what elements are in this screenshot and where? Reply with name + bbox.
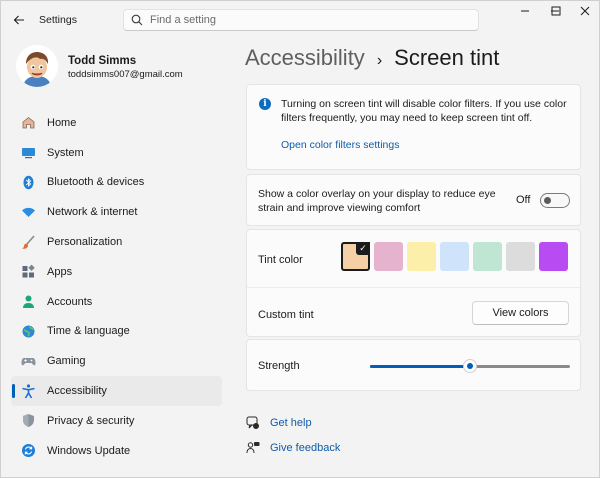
sidebar-item-label: Accessibility <box>47 385 107 398</box>
toggle-knob <box>544 197 551 204</box>
tint-color-row: Tint color ✓ <box>247 230 580 288</box>
app-title: Settings <box>39 14 77 26</box>
sidebar-item-gaming[interactable]: Gaming <box>11 346 222 376</box>
sidebar-item-system[interactable]: System <box>11 138 222 168</box>
tint-swatch[interactable] <box>539 242 568 271</box>
tint-color-label: Tint color <box>258 254 303 266</box>
breadcrumb: Accessibility › Screen tint <box>245 45 499 71</box>
system-icon <box>20 144 37 161</box>
minimize-button-hit[interactable] <box>511 1 539 21</box>
back-button[interactable] <box>9 10 29 30</box>
custom-tint-label: Custom tint <box>258 309 314 321</box>
toggle-state-label: Off <box>516 194 531 206</box>
accounts-icon <box>20 293 37 310</box>
sidebar-item-home[interactable]: Home <box>11 108 222 138</box>
sidebar-item-label: Privacy & security <box>47 414 135 427</box>
apps-icon <box>20 263 37 280</box>
give-feedback-label[interactable]: Give feedback <box>270 442 340 454</box>
tint-swatch[interactable] <box>473 242 502 271</box>
info-card: i Turning on screen tint will disable co… <box>246 84 581 170</box>
get-help-icon <box>245 415 261 431</box>
tint-swatch[interactable] <box>506 242 535 271</box>
tint-swatch[interactable]: ✓ <box>341 242 370 271</box>
globe-icon <box>20 323 37 340</box>
sidebar-item-label: Windows Update <box>47 444 131 457</box>
sidebar-item-bluetooth[interactable]: Bluetooth & devices <box>11 168 222 198</box>
user-name: Todd Simms <box>68 55 137 67</box>
sidebar-item-windows-update[interactable]: Windows Update <box>11 436 222 466</box>
sidebar-item-label: System <box>47 146 84 159</box>
tint-swatch[interactable] <box>374 242 403 271</box>
maximize-button-hit[interactable] <box>542 1 570 21</box>
brush-icon <box>20 234 37 251</box>
strength-slider[interactable] <box>370 359 570 373</box>
maximize-icon <box>551 6 561 16</box>
page-title: Screen tint <box>394 45 500 70</box>
sidebar-item-apps[interactable]: Apps <box>11 257 222 287</box>
strength-card: Strength <box>246 339 581 391</box>
search-icon <box>124 14 150 26</box>
sidebar-nav: Home System Bluetooth & devices Network … <box>11 108 222 466</box>
sidebar-item-personalization[interactable]: Personalization <box>11 227 222 257</box>
sidebar-item-privacy-security[interactable]: Privacy & security <box>11 406 222 436</box>
screen-tint-toggle[interactable] <box>540 193 570 208</box>
sidebar-item-label: Bluetooth & devices <box>47 176 145 189</box>
sidebar-item-label: Time & language <box>47 325 130 338</box>
avatar-image <box>16 45 58 87</box>
shield-icon <box>20 412 37 429</box>
sidebar-item-accessibility[interactable]: Accessibility <box>11 376 222 406</box>
sidebar-item-label: Accounts <box>47 295 93 308</box>
tint-swatch[interactable] <box>440 242 469 271</box>
sidebar-item-label: Gaming <box>47 355 86 368</box>
close-icon <box>580 6 590 16</box>
search-input[interactable]: Find a setting <box>123 9 479 31</box>
close-button[interactable] <box>571 1 599 21</box>
breadcrumb-separator: › <box>376 52 383 69</box>
gamepad-icon <box>20 353 37 370</box>
get-help-link[interactable]: Get help <box>245 415 312 431</box>
sidebar-item-time-language[interactable]: Time & language <box>11 317 222 347</box>
avatar[interactable] <box>16 45 58 87</box>
sidebar-item-label: Home <box>47 116 77 129</box>
checkmark-icon: ✓ <box>356 242 370 255</box>
screen-tint-toggle-card: Show a color overlay on your display to … <box>246 174 581 226</box>
slider-fill <box>370 365 470 368</box>
give-feedback-icon <box>245 440 261 456</box>
sidebar-item-label: Personalization <box>47 236 123 249</box>
tint-swatches: ✓ <box>341 242 572 271</box>
tint-color-card: Tint color ✓ Custom tint View colors <box>246 229 581 337</box>
wifi-icon <box>20 204 37 221</box>
tint-swatch[interactable] <box>407 242 436 271</box>
user-email: toddsimms007@gmail.com <box>68 69 183 80</box>
sidebar-item-accounts[interactable]: Accounts <box>11 287 222 317</box>
open-color-filters-link[interactable]: Open color filters settings <box>281 139 399 151</box>
back-arrow-icon <box>13 15 24 25</box>
home-icon <box>20 114 37 131</box>
breadcrumb-parent[interactable]: Accessibility <box>245 45 365 71</box>
slider-thumb[interactable] <box>463 359 477 373</box>
sidebar-item-label: Apps <box>47 265 73 278</box>
sidebar-item-network[interactable]: Network & internet <box>11 197 222 227</box>
accessibility-icon <box>20 383 37 400</box>
settings-window: Settings Find a setting Todd Simms todds… <box>0 0 600 478</box>
info-message: Turning on screen tint will disable colo… <box>281 98 567 124</box>
sidebar-item-label: Network & internet <box>47 206 138 219</box>
get-help-label[interactable]: Get help <box>270 417 312 429</box>
strength-label: Strength <box>258 360 300 372</box>
minimize-icon <box>521 10 529 12</box>
view-colors-button[interactable]: View colors <box>472 301 569 325</box>
info-icon: i <box>259 98 271 110</box>
overlay-description: Show a color overlay on your display to … <box>258 188 496 214</box>
give-feedback-link[interactable]: Give feedback <box>245 440 340 456</box>
search-placeholder: Find a setting <box>150 14 217 26</box>
update-icon <box>20 442 37 459</box>
bluetooth-icon <box>20 174 37 191</box>
